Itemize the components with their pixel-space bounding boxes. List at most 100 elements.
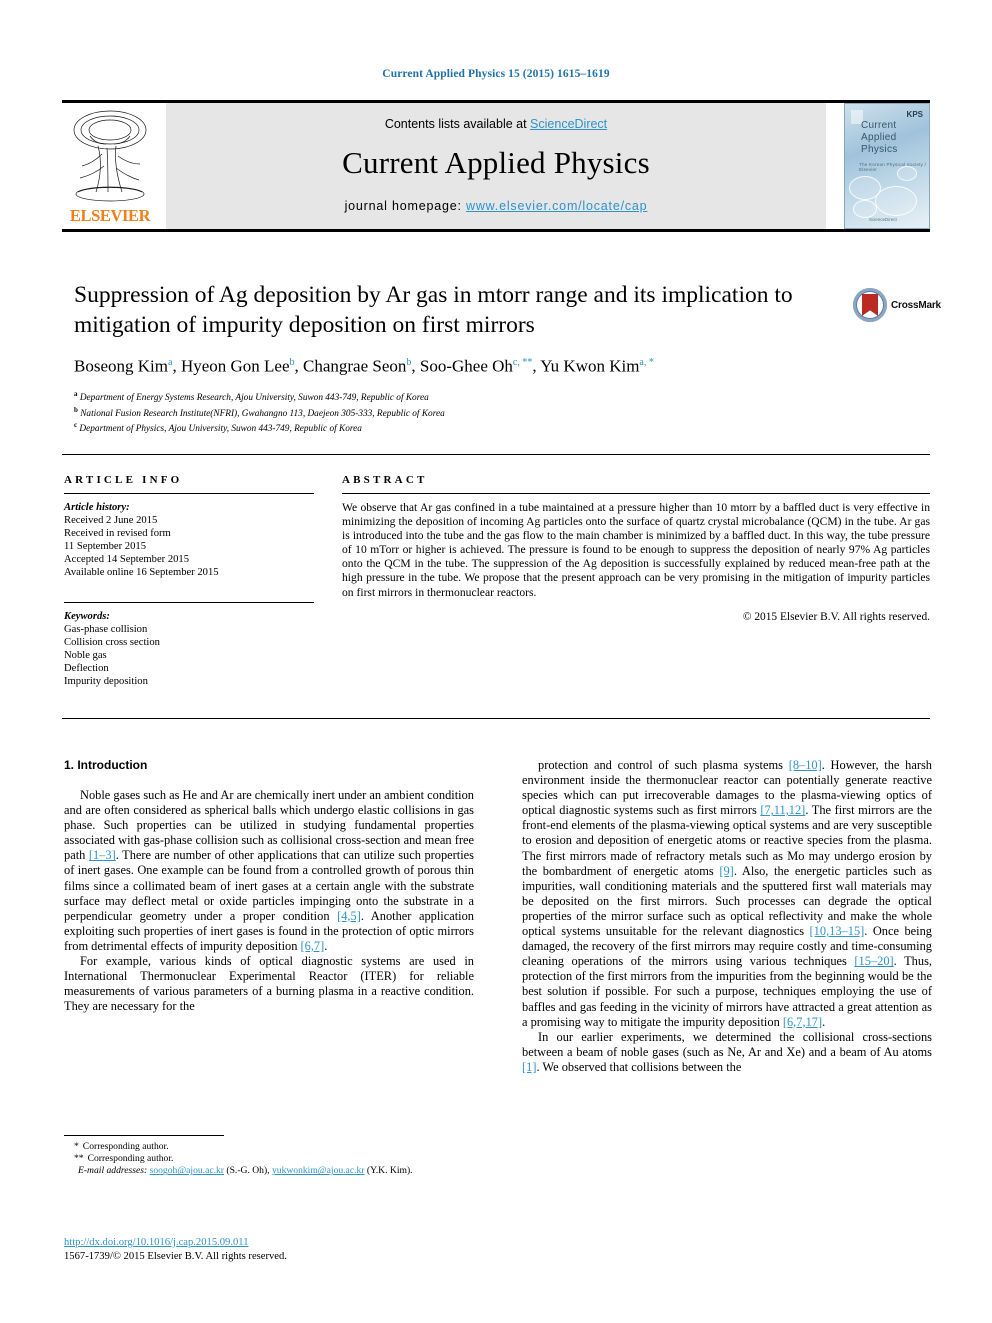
keyword-item: Gas-phase collision — [64, 624, 148, 635]
citation-link[interactable]: [6,7] — [301, 939, 325, 953]
journal-homepage-line: journal homepage: www.elsevier.com/locat… — [166, 199, 826, 213]
page-title: Suppression of Ag deposition by Ar gas i… — [74, 282, 793, 338]
email-owner-2: (Y.K. Kim). — [366, 1165, 413, 1177]
corresponding-author-1-text: Corresponding author. — [82, 1141, 169, 1152]
email-link-2[interactable]: yukwonkim@ajou.ac.kr — [272, 1165, 365, 1176]
citation-link[interactable]: [6,7,17] — [783, 1015, 822, 1029]
abstract-heading: ABSTRACT — [342, 474, 428, 486]
footnote-rule — [64, 1135, 224, 1136]
contents-prefix: Contents lists available at — [384, 117, 531, 131]
citation-link[interactable]: [8–10] — [789, 758, 822, 772]
citation-link[interactable]: [1–3] — [89, 848, 116, 862]
author-affiliation-mark: b — [406, 357, 412, 368]
author-affiliation-mark: a — [167, 357, 173, 368]
cover-bubble-icon — [853, 200, 877, 218]
author-name[interactable]: Boseong Kim — [74, 357, 168, 376]
journal-cover-thumbnail: KPS Current Applied Physics The Korean P… — [844, 103, 930, 229]
right-column-paragraphs: protection and control of such plasma sy… — [522, 758, 932, 1075]
affiliation-item: a Department of Energy Systems Research,… — [74, 389, 429, 403]
article-history-item: Received 2 June 2015 — [64, 515, 158, 526]
left-column-paragraphs: Noble gases such as He and Ar are chemic… — [64, 788, 474, 1014]
corresponding-author-1-mark: * — [74, 1141, 79, 1152]
author-affiliation-mark: c, ** — [512, 357, 533, 368]
keyword-item: Deflection — [64, 663, 109, 674]
footnote-block: * Corresponding author. ** Corresponding a… — [64, 1141, 476, 1178]
keywords-rule — [64, 602, 314, 603]
keyword-item: Collision cross section — [64, 637, 160, 648]
crossmark-badge[interactable]: CrossMark — [853, 288, 941, 334]
elsevier-logo: ELSEVIER — [64, 106, 156, 228]
keywords-list: Gas-phase collision Collision cross secti… — [64, 623, 314, 688]
cover-title-line1: Current — [861, 120, 897, 131]
cover-title-line2: Applied — [861, 132, 897, 143]
author-name[interactable]: Soo-Ghee Oh — [420, 357, 513, 376]
abstract-rule — [342, 493, 930, 494]
cover-title-line3: Physics — [861, 144, 898, 155]
running-head: Current Applied Physics 15 (2015) 1615–1… — [382, 68, 610, 80]
cover-society-label: KPS — [906, 110, 923, 119]
body-column-left: 1. Introduction Noble gases such as He a… — [64, 758, 474, 1014]
body-paragraph: In our earlier experiments, we determine… — [522, 1029, 932, 1074]
info-section-top-rule — [62, 454, 930, 455]
author-affiliation-mark: b — [289, 357, 295, 368]
affiliation-item: c Department of Physics, Ajou University… — [74, 421, 362, 435]
affiliation-mark: c — [74, 421, 78, 430]
sciencedirect-link[interactable]: ScienceDirect — [530, 117, 607, 131]
article-history-label: Article history: — [64, 502, 130, 513]
article-history-item: Accepted 14 September 2015 — [64, 554, 190, 565]
email-owner-1: (S.-G. Oh) — [226, 1165, 268, 1177]
journal-article-page: Current Applied Physics 15 (2015) 1615–1… — [0, 0, 992, 1323]
article-history-item: 11 September 2015 — [64, 541, 146, 552]
abstract-column: ABSTRACT We observe that Ar gas confined… — [342, 474, 930, 623]
issn-copyright: 1567-1739/© 2015 Elsevier B.V. All right… — [64, 1250, 287, 1262]
contents-available-line: Contents lists available at ScienceDirec… — [166, 117, 826, 131]
cover-bubble-icon — [875, 186, 917, 216]
author-name[interactable]: Yu Kwon Kim — [540, 357, 639, 376]
section-heading-introduction: 1. Introduction — [64, 758, 148, 772]
article-info-column: ARTICLE INFO Article history: Received 2… — [64, 474, 314, 688]
keywords-label: Keywords: — [64, 611, 110, 622]
citation-link[interactable]: [9] — [719, 864, 733, 878]
author-name[interactable]: Hyeon Gon Lee — [181, 357, 290, 376]
keyword-item: Impurity deposition — [64, 676, 148, 687]
citation-link[interactable]: [1] — [522, 1060, 536, 1074]
body-column-right: protection and control of such plasma sy… — [522, 758, 932, 1075]
body-paragraph: Noble gases such as He and Ar are chemic… — [64, 788, 474, 953]
cover-bubble-icon — [897, 166, 917, 181]
journal-masthead: ELSEVIER Contents lists available at Sci… — [62, 100, 930, 232]
elsevier-wordmark: ELSEVIER — [69, 206, 151, 225]
affiliation-mark: b — [74, 405, 78, 414]
masthead-bottom-rule — [62, 229, 930, 232]
affiliation-mark: a — [74, 389, 78, 398]
corresponding-author-1: * Corresponding author. — [64, 1141, 476, 1153]
homepage-prefix: journal homepage: — [344, 199, 467, 213]
cover-footer: ScienceDirect — [869, 217, 897, 222]
crossmark-label: CrossMark — [891, 300, 941, 311]
elsevier-tree-icon — [68, 106, 152, 202]
cover-subtitle: The Korean Physical Society / Elsevier — [859, 162, 927, 172]
citation-link[interactable]: [10,13–15] — [810, 924, 865, 938]
email-addresses-label: E-mail addresses: — [78, 1165, 148, 1177]
body-paragraph: protection and control of such plasma sy… — [522, 758, 933, 1029]
corresponding-author-2: ** Corresponding author. — [64, 1153, 476, 1165]
article-history-item: Available online 16 September 2015 — [64, 567, 219, 578]
email-addresses-line: E-mail addresses: soogoh@ajou.ac.kr (S.-… — [78, 1165, 413, 1177]
article-history-list: Received 2 June 2015 Received in revised … — [64, 514, 314, 579]
info-section-bottom-rule — [62, 718, 930, 719]
journal-homepage-link[interactable]: www.elsevier.com/locate/cap — [466, 199, 647, 213]
article-info-rule — [64, 493, 314, 494]
author-name[interactable]: Changrae Seon — [303, 357, 406, 376]
journal-title: Current Applied Physics — [342, 145, 650, 180]
citation-link[interactable]: [4,5] — [337, 909, 361, 923]
citation-link[interactable]: [15–20] — [854, 954, 893, 968]
article-history-item: Received in revised form — [64, 528, 171, 539]
article-info-heading: ARTICLE INFO — [64, 474, 183, 486]
author-list: Boseong Kima, Hyeon Gon Leeb, Changrae S… — [74, 356, 654, 376]
citation-link[interactable]: [7,11,12] — [760, 803, 805, 817]
masthead-band: Contents lists available at ScienceDirec… — [166, 103, 826, 229]
doi-link[interactable]: http://dx.doi.org/10.1016/j.cap.2015.09.… — [64, 1237, 249, 1248]
cover-title: Current Applied Physics — [861, 120, 898, 156]
email-link-1[interactable]: soogoh@ajou.ac.kr — [150, 1165, 224, 1176]
abstract-text: We observe that Ar gas confined in a tub… — [342, 501, 930, 599]
